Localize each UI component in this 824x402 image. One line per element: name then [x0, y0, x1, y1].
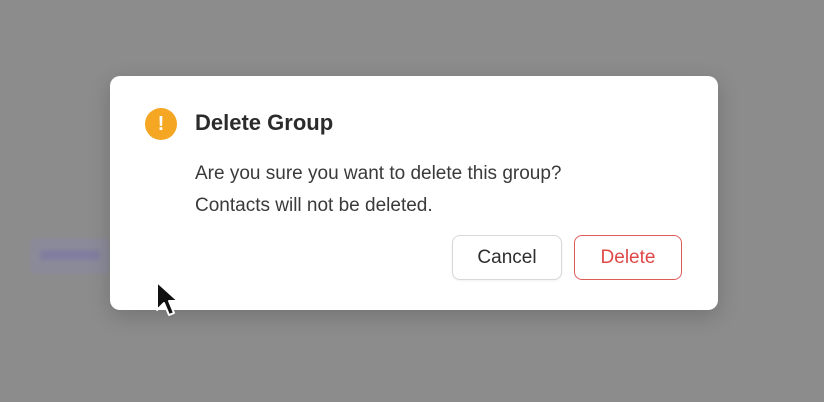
background-element-blurred — [30, 238, 110, 274]
cancel-button[interactable]: Cancel — [452, 235, 562, 280]
delete-button[interactable]: Delete — [574, 235, 682, 280]
dialog-title: Delete Group — [195, 110, 334, 135]
dialog-message: Are you sure you want to delete this gro… — [195, 158, 665, 222]
warning-icon: ! — [145, 108, 177, 140]
background-element-text — [40, 250, 100, 260]
dialog-message-line-1: Are you sure you want to delete this gro… — [195, 163, 562, 184]
mouse-pointer-icon — [156, 281, 179, 316]
dialog-message-line-2: Contacts will not be deleted. — [195, 195, 433, 216]
delete-group-dialog: ! Delete Group Are you sure you want to … — [110, 76, 718, 310]
